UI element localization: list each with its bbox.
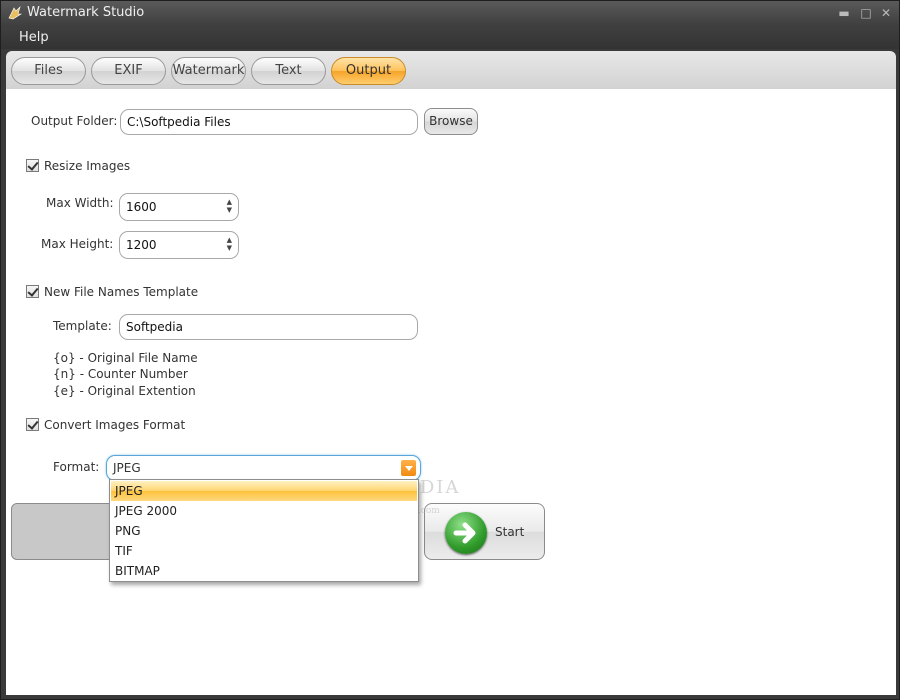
convert-format-checkbox[interactable]	[26, 418, 39, 431]
format-option-png[interactable]: PNG	[111, 521, 417, 541]
close-button[interactable]: ✕	[877, 4, 895, 22]
resize-images-label: Resize Images	[44, 159, 131, 173]
format-dropdown-list: JPEG JPEG 2000 PNG TIF BITMAP	[109, 479, 419, 582]
output-folder-label: Output Folder:	[31, 114, 118, 128]
max-width-label: Max Width:	[46, 196, 114, 210]
app-logo-icon	[8, 5, 23, 20]
tab-files[interactable]: Files	[11, 57, 86, 85]
tab-text[interactable]: Text	[251, 57, 326, 85]
max-height-spinner-icon[interactable]: ▲ ▼	[227, 236, 232, 252]
app-window: Watermark Studio ▬ □ ✕ Help Files EXIF W…	[0, 0, 900, 700]
output-folder-input[interactable]: C:\Softpedia Files	[120, 109, 418, 135]
tab-bar: Files EXIF Watermark Text Output	[6, 51, 896, 89]
max-width-input[interactable]: 1600 ▲ ▼	[119, 193, 239, 221]
browse-button[interactable]: Browse	[424, 108, 478, 135]
max-height-label: Max Height:	[41, 237, 114, 251]
format-option-bitmap[interactable]: BITMAP	[111, 561, 417, 581]
resize-images-checkbox[interactable]	[26, 159, 39, 172]
hint-original-extension: {e} - Original Extention	[53, 384, 196, 398]
output-panel: Output Folder: C:\Softpedia Files Browse…	[6, 89, 896, 695]
menu-bar: Help	[1, 27, 899, 49]
file-names-template-label: New File Names Template	[44, 285, 199, 299]
format-option-jpeg[interactable]: JPEG	[111, 481, 417, 501]
minimize-button[interactable]: ▬	[835, 4, 853, 22]
max-width-value: 1600	[126, 200, 157, 214]
file-names-template-checkbox[interactable]	[26, 285, 39, 298]
max-height-input[interactable]: 1200 ▲ ▼	[119, 231, 239, 259]
preview-panel	[11, 503, 111, 560]
tab-watermark[interactable]: Watermark	[171, 57, 246, 85]
tab-exif[interactable]: EXIF	[91, 57, 166, 85]
hint-counter-number: {n} - Counter Number	[53, 367, 188, 381]
maximize-button[interactable]: □	[857, 4, 875, 22]
menu-help[interactable]: Help	[19, 30, 49, 45]
format-option-tif[interactable]: TIF	[111, 541, 417, 561]
title-bar[interactable]: Watermark Studio ▬ □ ✕	[1, 1, 899, 27]
format-option-jpeg2000[interactable]: JPEG 2000	[111, 501, 417, 521]
template-input[interactable]: Softpedia	[119, 314, 418, 340]
tab-output[interactable]: Output	[331, 57, 406, 85]
hint-original-file-name: {o} - Original File Name	[53, 351, 198, 365]
format-label: Format:	[53, 460, 100, 474]
format-selected-value: JPEG	[113, 461, 141, 475]
max-height-value: 1200	[126, 238, 157, 252]
template-label: Template:	[53, 319, 112, 333]
convert-format-label: Convert Images Format	[44, 418, 186, 432]
chevron-down-icon[interactable]	[401, 460, 416, 476]
start-label: Start	[495, 525, 525, 539]
start-button[interactable]: Start	[424, 503, 545, 560]
window-title: Watermark Studio	[27, 5, 145, 20]
start-arrow-icon	[445, 512, 487, 554]
max-width-spinner-icon[interactable]: ▲ ▼	[227, 198, 232, 214]
